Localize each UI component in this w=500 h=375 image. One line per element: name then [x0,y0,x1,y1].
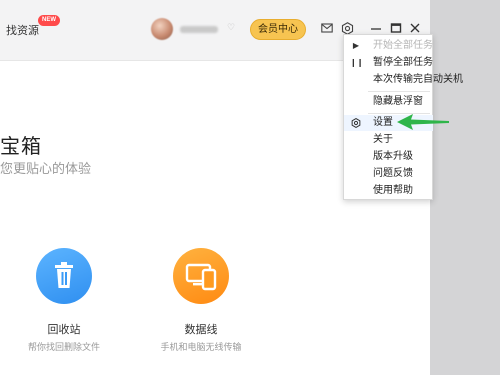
menu-item-label: 使用帮助 [373,185,413,196]
page-subtitle: 您更贴心的体验 [0,161,92,176]
play-icon: ▶ [352,41,360,50]
menu-item-help[interactable]: 使用帮助 [344,183,433,199]
trash-icon [55,262,73,288]
username-blurred[interactable] [180,26,218,33]
tile-label[interactable]: 回收站 [24,321,104,337]
avatar[interactable] [151,18,173,40]
menu-item-auto-shutdown[interactable]: 本次传输完自动关机 [344,72,463,88]
menu-item-about[interactable]: 关于 [344,132,433,148]
menu-item-upgrade[interactable]: 版本升级 [344,149,433,165]
data-line-tile[interactable] [173,248,229,304]
mail-icon[interactable] [320,22,334,36]
menu-item-label: 问题反馈 [373,168,413,179]
tile-label[interactable]: 数据线 [161,321,241,337]
pause-icon: ❙❙ [350,58,364,67]
new-badge: NEW [38,15,60,26]
menu-item-start-all[interactable]: ▶ 开始全部任务 [344,38,433,54]
find-resources-link[interactable]: 找资源 [6,22,39,38]
menu-item-label: 暂停全部任务 [373,57,433,68]
menu-item-label: 关于 [373,134,393,145]
tile-description: 帮你找回删除文件 [27,342,100,352]
desktop-background-strip [430,0,500,375]
menu-item-hide-floating[interactable]: 隐藏悬浮窗 [344,94,433,110]
tile-description: 手机和电脑无线传输 [160,342,242,352]
recycle-bin-tile[interactable] [36,248,92,304]
devices-icon [185,263,217,291]
menu-item-label: 开始全部任务 [373,40,433,51]
green-arrow-annotation [397,114,449,130]
menu-item-label: 本次传输完自动关机 [373,74,463,85]
menu-item-label: 设置 [373,117,393,128]
vip-center-button[interactable]: 会员中心 [250,19,306,40]
menu-item-label: 隐藏悬浮窗 [373,96,423,107]
menu-item-pause-all[interactable]: ❙❙ 暂停全部任务 [344,55,433,71]
chevron-down-icon[interactable]: ♡ [227,22,235,33]
menu-divider [368,91,430,92]
menu-item-feedback[interactable]: 问题反馈 [344,166,433,182]
menu-item-label: 版本升级 [373,151,413,162]
page-title: 宝箱 [0,136,42,158]
